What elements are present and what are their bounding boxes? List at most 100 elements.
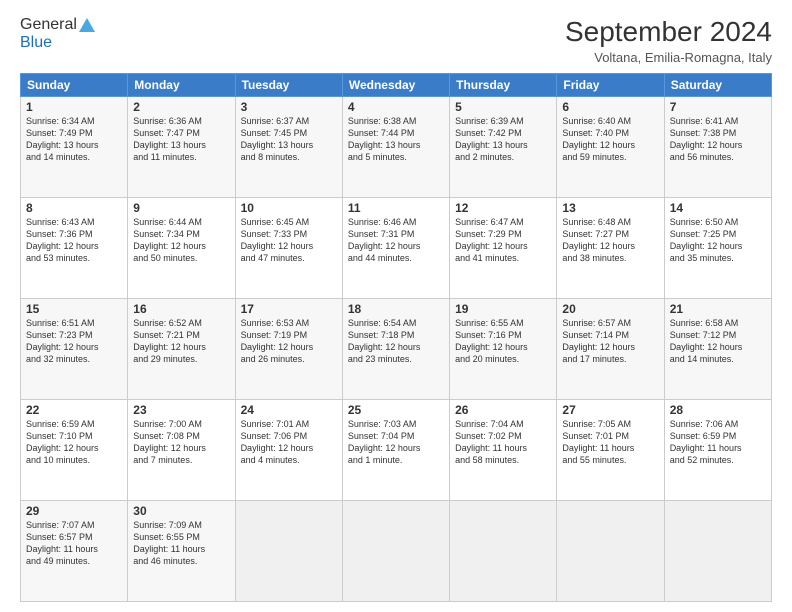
calendar-week-row: 15Sunrise: 6:51 AM Sunset: 7:23 PM Dayli…	[21, 299, 772, 400]
day-number: 1	[26, 100, 122, 114]
day-number: 3	[241, 100, 337, 114]
calendar: Sunday Monday Tuesday Wednesday Thursday…	[20, 73, 772, 602]
table-row: 21Sunrise: 6:58 AM Sunset: 7:12 PM Dayli…	[664, 299, 771, 400]
day-info: Sunrise: 6:52 AM Sunset: 7:21 PM Dayligh…	[133, 317, 229, 366]
day-info: Sunrise: 6:43 AM Sunset: 7:36 PM Dayligh…	[26, 216, 122, 265]
col-saturday: Saturday	[664, 74, 771, 97]
table-row	[557, 501, 664, 602]
table-row: 2Sunrise: 6:36 AM Sunset: 7:47 PM Daylig…	[128, 97, 235, 198]
table-row	[235, 501, 342, 602]
day-info: Sunrise: 7:07 AM Sunset: 6:57 PM Dayligh…	[26, 519, 122, 568]
day-number: 17	[241, 302, 337, 316]
day-info: Sunrise: 6:55 AM Sunset: 7:16 PM Dayligh…	[455, 317, 551, 366]
day-info: Sunrise: 6:40 AM Sunset: 7:40 PM Dayligh…	[562, 115, 658, 164]
day-info: Sunrise: 7:03 AM Sunset: 7:04 PM Dayligh…	[348, 418, 444, 467]
table-row: 19Sunrise: 6:55 AM Sunset: 7:16 PM Dayli…	[450, 299, 557, 400]
logo-general-text: General	[20, 16, 77, 34]
day-number: 18	[348, 302, 444, 316]
day-number: 13	[562, 201, 658, 215]
table-row: 14Sunrise: 6:50 AM Sunset: 7:25 PM Dayli…	[664, 198, 771, 299]
day-info: Sunrise: 6:59 AM Sunset: 7:10 PM Dayligh…	[26, 418, 122, 467]
day-info: Sunrise: 6:34 AM Sunset: 7:49 PM Dayligh…	[26, 115, 122, 164]
day-number: 2	[133, 100, 229, 114]
table-row	[342, 501, 449, 602]
title-block: September 2024 Voltana, Emilia-Romagna, …	[565, 16, 772, 65]
calendar-header-row: Sunday Monday Tuesday Wednesday Thursday…	[21, 74, 772, 97]
table-row: 15Sunrise: 6:51 AM Sunset: 7:23 PM Dayli…	[21, 299, 128, 400]
table-row: 10Sunrise: 6:45 AM Sunset: 7:33 PM Dayli…	[235, 198, 342, 299]
day-info: Sunrise: 7:06 AM Sunset: 6:59 PM Dayligh…	[670, 418, 766, 467]
day-number: 25	[348, 403, 444, 417]
calendar-week-row: 8Sunrise: 6:43 AM Sunset: 7:36 PM Daylig…	[21, 198, 772, 299]
day-number: 16	[133, 302, 229, 316]
subtitle: Voltana, Emilia-Romagna, Italy	[565, 50, 772, 65]
day-number: 15	[26, 302, 122, 316]
table-row: 11Sunrise: 6:46 AM Sunset: 7:31 PM Dayli…	[342, 198, 449, 299]
table-row: 28Sunrise: 7:06 AM Sunset: 6:59 PM Dayli…	[664, 400, 771, 501]
day-info: Sunrise: 7:01 AM Sunset: 7:06 PM Dayligh…	[241, 418, 337, 467]
col-wednesday: Wednesday	[342, 74, 449, 97]
col-tuesday: Tuesday	[235, 74, 342, 97]
day-number: 14	[670, 201, 766, 215]
table-row: 18Sunrise: 6:54 AM Sunset: 7:18 PM Dayli…	[342, 299, 449, 400]
calendar-week-row: 22Sunrise: 6:59 AM Sunset: 7:10 PM Dayli…	[21, 400, 772, 501]
day-info: Sunrise: 6:41 AM Sunset: 7:38 PM Dayligh…	[670, 115, 766, 164]
day-info: Sunrise: 6:36 AM Sunset: 7:47 PM Dayligh…	[133, 115, 229, 164]
day-info: Sunrise: 7:04 AM Sunset: 7:02 PM Dayligh…	[455, 418, 551, 467]
col-thursday: Thursday	[450, 74, 557, 97]
table-row: 20Sunrise: 6:57 AM Sunset: 7:14 PM Dayli…	[557, 299, 664, 400]
main-title: September 2024	[565, 16, 772, 48]
day-number: 20	[562, 302, 658, 316]
day-info: Sunrise: 6:44 AM Sunset: 7:34 PM Dayligh…	[133, 216, 229, 265]
table-row: 26Sunrise: 7:04 AM Sunset: 7:02 PM Dayli…	[450, 400, 557, 501]
day-number: 30	[133, 504, 229, 518]
day-info: Sunrise: 7:05 AM Sunset: 7:01 PM Dayligh…	[562, 418, 658, 467]
table-row: 27Sunrise: 7:05 AM Sunset: 7:01 PM Dayli…	[557, 400, 664, 501]
col-monday: Monday	[128, 74, 235, 97]
table-row: 4Sunrise: 6:38 AM Sunset: 7:44 PM Daylig…	[342, 97, 449, 198]
day-info: Sunrise: 6:54 AM Sunset: 7:18 PM Dayligh…	[348, 317, 444, 366]
day-info: Sunrise: 6:46 AM Sunset: 7:31 PM Dayligh…	[348, 216, 444, 265]
day-info: Sunrise: 6:53 AM Sunset: 7:19 PM Dayligh…	[241, 317, 337, 366]
table-row: 12Sunrise: 6:47 AM Sunset: 7:29 PM Dayli…	[450, 198, 557, 299]
day-number: 23	[133, 403, 229, 417]
table-row: 13Sunrise: 6:48 AM Sunset: 7:27 PM Dayli…	[557, 198, 664, 299]
day-number: 10	[241, 201, 337, 215]
table-row: 23Sunrise: 7:00 AM Sunset: 7:08 PM Dayli…	[128, 400, 235, 501]
table-row: 7Sunrise: 6:41 AM Sunset: 7:38 PM Daylig…	[664, 97, 771, 198]
table-row: 24Sunrise: 7:01 AM Sunset: 7:06 PM Dayli…	[235, 400, 342, 501]
day-number: 12	[455, 201, 551, 215]
day-number: 8	[26, 201, 122, 215]
day-number: 22	[26, 403, 122, 417]
logo: General Blue	[20, 16, 95, 52]
day-info: Sunrise: 7:00 AM Sunset: 7:08 PM Dayligh…	[133, 418, 229, 467]
day-number: 9	[133, 201, 229, 215]
day-number: 7	[670, 100, 766, 114]
page: General Blue September 2024 Voltana, Emi…	[0, 0, 792, 612]
day-number: 29	[26, 504, 122, 518]
table-row: 8Sunrise: 6:43 AM Sunset: 7:36 PM Daylig…	[21, 198, 128, 299]
table-row: 5Sunrise: 6:39 AM Sunset: 7:42 PM Daylig…	[450, 97, 557, 198]
col-friday: Friday	[557, 74, 664, 97]
table-row	[664, 501, 771, 602]
logo-blue-text: Blue	[20, 34, 52, 52]
calendar-week-row: 1Sunrise: 6:34 AM Sunset: 7:49 PM Daylig…	[21, 97, 772, 198]
table-row: 30Sunrise: 7:09 AM Sunset: 6:55 PM Dayli…	[128, 501, 235, 602]
logo-triangle-icon	[79, 18, 95, 32]
table-row: 25Sunrise: 7:03 AM Sunset: 7:04 PM Dayli…	[342, 400, 449, 501]
day-number: 6	[562, 100, 658, 114]
day-number: 5	[455, 100, 551, 114]
day-number: 21	[670, 302, 766, 316]
day-info: Sunrise: 6:51 AM Sunset: 7:23 PM Dayligh…	[26, 317, 122, 366]
day-info: Sunrise: 6:45 AM Sunset: 7:33 PM Dayligh…	[241, 216, 337, 265]
day-number: 11	[348, 201, 444, 215]
table-row: 3Sunrise: 6:37 AM Sunset: 7:45 PM Daylig…	[235, 97, 342, 198]
day-info: Sunrise: 6:47 AM Sunset: 7:29 PM Dayligh…	[455, 216, 551, 265]
day-number: 28	[670, 403, 766, 417]
calendar-week-row: 29Sunrise: 7:07 AM Sunset: 6:57 PM Dayli…	[21, 501, 772, 602]
table-row: 29Sunrise: 7:07 AM Sunset: 6:57 PM Dayli…	[21, 501, 128, 602]
day-info: Sunrise: 6:39 AM Sunset: 7:42 PM Dayligh…	[455, 115, 551, 164]
day-number: 24	[241, 403, 337, 417]
day-info: Sunrise: 6:37 AM Sunset: 7:45 PM Dayligh…	[241, 115, 337, 164]
table-row: 6Sunrise: 6:40 AM Sunset: 7:40 PM Daylig…	[557, 97, 664, 198]
